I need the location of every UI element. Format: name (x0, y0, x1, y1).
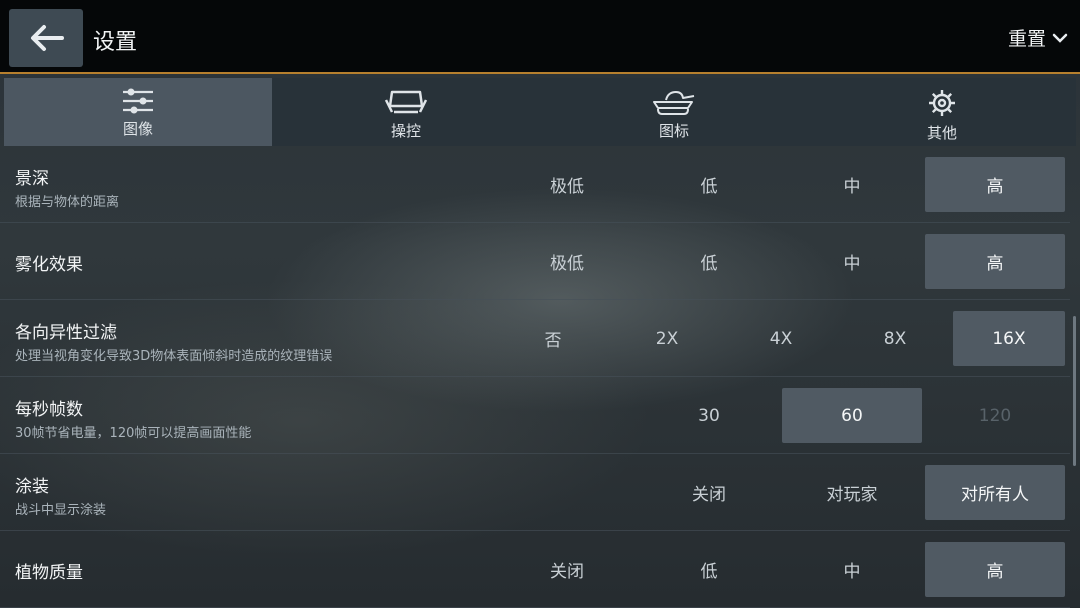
setting-row-anisotropic-filtering: 各向异性过滤 处理当视角变化导致3D物体表面倾斜时造成的纹理错误 否 2X 4X… (0, 300, 1070, 377)
option-medium[interactable]: 中 (782, 157, 922, 212)
option-medium[interactable]: 中 (782, 234, 922, 289)
option-4x[interactable]: 4X (725, 311, 837, 366)
setting-desc: 战斗中显示涂装 (15, 503, 107, 518)
setting-text: 各向异性过滤 处理当视角变化导致3D物体表面倾斜时造成的纹理错误 (15, 318, 332, 364)
tab-markers[interactable]: 图标 (540, 78, 808, 146)
settings-list: 景深 根据与物体的距离 极低 低 中 高 雾化效果 极低 低 中 高 各向异性过… (0, 146, 1080, 608)
option-8x[interactable]: 8X (839, 311, 951, 366)
option-for-player[interactable]: 对玩家 (782, 465, 922, 520)
back-button[interactable] (9, 9, 83, 67)
setting-row-fog: 雾化效果 极低 低 中 高 (0, 223, 1070, 300)
option-very-low[interactable]: 极低 (497, 234, 637, 289)
setting-desc: 处理当视角变化导致3D物体表面倾斜时造成的纹理错误 (15, 349, 333, 364)
tab-markers-label: 图标 (658, 122, 689, 140)
arrow-left-icon (31, 25, 64, 51)
tab-graphics[interactable]: 图像 (4, 78, 272, 146)
option-high[interactable]: 高 (925, 234, 1065, 289)
setting-text: 涂装 战斗中显示涂装 (15, 472, 106, 518)
setting-title: 每秒帧数 (15, 400, 83, 420)
option-30[interactable]: 30 (639, 388, 779, 443)
option-off[interactable]: 关闭 (497, 542, 637, 597)
option-120-disabled: 120 (978, 405, 1012, 426)
tab-controls[interactable]: 操控 (272, 78, 540, 146)
option-very-low[interactable]: 极低 (497, 157, 637, 212)
scrollbar[interactable] (1073, 316, 1076, 466)
setting-text: 雾化效果 (15, 250, 83, 275)
setting-desc: 30帧节省电量，120帧可以提高画面性能 (15, 426, 252, 441)
gear-icon (929, 90, 955, 116)
page-title: 设置 (93, 30, 138, 55)
reset-button[interactable]: 重置 (1008, 24, 1068, 51)
option-off[interactable]: 否 (497, 311, 609, 366)
tank-icon (653, 91, 695, 115)
tab-controls-label: 操控 (390, 122, 421, 140)
setting-row-vegetation: 植物质量 关闭 低 中 高 (0, 531, 1070, 608)
top-bar: 设置 重置 (0, 0, 1080, 74)
tab-bar: 图像 操控 图标 其他 (4, 78, 1076, 146)
option-high[interactable]: 高 (925, 542, 1065, 597)
chevron-down-icon (1052, 33, 1068, 43)
setting-text: 景深 根据与物体的距离 (15, 164, 119, 210)
option-off[interactable]: 关闭 (639, 465, 779, 520)
reset-label: 重置 (1007, 28, 1046, 50)
setting-title: 涂装 (15, 477, 49, 497)
option-16x[interactable]: 16X (953, 311, 1065, 366)
option-low[interactable]: 低 (639, 157, 779, 212)
option-60[interactable]: 60 (782, 388, 922, 443)
setting-desc: 根据与物体的距离 (15, 195, 120, 210)
option-medium[interactable]: 中 (782, 542, 922, 597)
tab-other-label: 其他 (926, 124, 957, 142)
setting-title: 植物质量 (15, 563, 83, 583)
tab-graphics-label: 图像 (122, 120, 153, 138)
option-2x[interactable]: 2X (611, 311, 723, 366)
option-low[interactable]: 低 (639, 542, 779, 597)
setting-row-camouflage: 涂装 战斗中显示涂装 关闭 对玩家 对所有人 (0, 454, 1070, 531)
option-high[interactable]: 高 (925, 157, 1065, 212)
controls-icon (384, 90, 428, 114)
setting-text: 每秒帧数 30帧节省电量，120帧可以提高画面性能 (15, 395, 251, 441)
setting-row-depth-of-field: 景深 根据与物体的距离 极低 低 中 高 (0, 146, 1070, 223)
setting-title: 各向异性过滤 (15, 323, 117, 343)
sliders-icon (123, 88, 153, 114)
option-for-everyone[interactable]: 对所有人 (925, 465, 1065, 520)
option-low[interactable]: 低 (639, 234, 779, 289)
setting-row-fps: 每秒帧数 30帧节省电量，120帧可以提高画面性能 30 60 120 (0, 377, 1070, 454)
tab-other[interactable]: 其他 (808, 78, 1076, 146)
setting-title: 景深 (15, 169, 49, 189)
setting-title: 雾化效果 (15, 255, 83, 275)
setting-text: 植物质量 (15, 558, 83, 583)
